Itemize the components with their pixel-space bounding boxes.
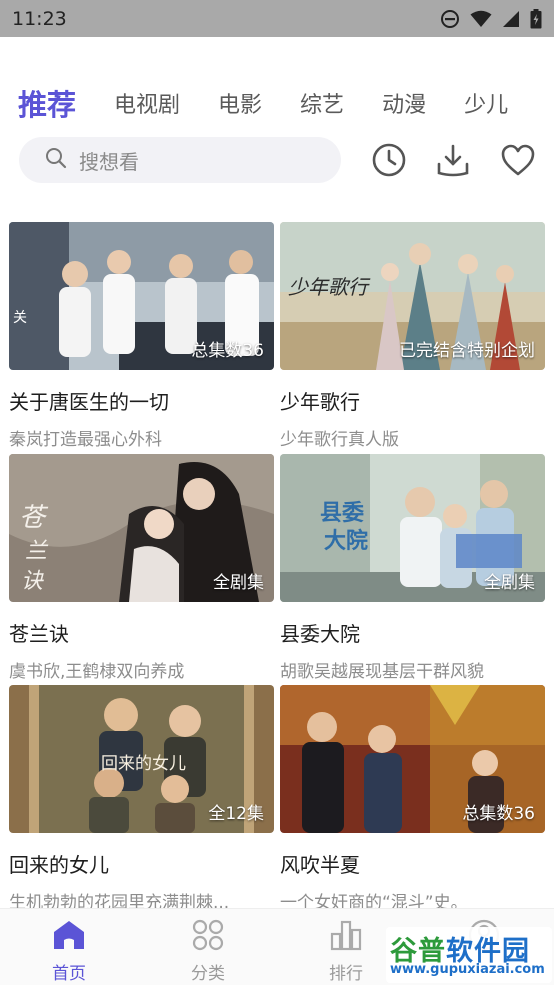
video-title[interactable]: 关于唐医生的一切: [9, 386, 274, 415]
video-card[interactable]: 少年歌行 已完结含特别企划 少年歌行 少年歌行真人版: [280, 222, 545, 450]
wifi-icon: [470, 10, 492, 28]
video-title[interactable]: 苍兰诀: [9, 618, 274, 647]
battery-icon: [530, 8, 542, 29]
signal-icon: [502, 10, 520, 28]
video-poster[interactable]: 少年歌行 已完结含特别企划: [280, 222, 545, 370]
video-subtitle: 秦岚打造最强心外科: [9, 430, 162, 450]
video-card[interactable]: 苍 兰 诀 全剧集 苍兰诀 虞书欣,王鹤棣双向养成: [9, 454, 274, 682]
episode-badge: 总集数36: [191, 341, 264, 361]
tab-tv-series[interactable]: 电视剧: [114, 87, 180, 119]
search-icon: [45, 147, 67, 173]
category-tabs: 推荐 电视剧 电影 综艺 动漫 少儿: [0, 80, 554, 126]
episode-badge: 全剧集: [213, 573, 264, 593]
tab-anime[interactable]: 动漫: [382, 87, 426, 119]
video-poster[interactable]: 总集数36: [280, 685, 545, 833]
tab-movies[interactable]: 电影: [218, 87, 262, 119]
watermark-url: www.gupuxiazai.com: [390, 962, 545, 977]
episode-badge: 总集数36: [462, 804, 535, 824]
poster-logo-text: 兰: [25, 539, 49, 564]
status-bar: 11:23: [0, 0, 554, 37]
video-title[interactable]: 风吹半夏: [280, 849, 545, 878]
history-icon[interactable]: [370, 141, 408, 179]
video-poster[interactable]: 回来的女儿 全12集: [9, 685, 274, 833]
watermark: 谷普软件园 www.gupuxiazai.com: [386, 927, 552, 983]
video-card[interactable]: 回来的女儿 全12集 回来的女儿 生机勃勃的花园里充满荆棘...: [9, 685, 274, 913]
nav-home[interactable]: 首页: [29, 919, 109, 984]
nav-category-label: 分类: [191, 964, 225, 984]
poster-logo-text: 大院: [324, 528, 368, 554]
poster-logo-text: 苍: [19, 503, 49, 533]
video-title[interactable]: 少年歌行: [280, 386, 545, 415]
nav-category[interactable]: 分类: [168, 919, 248, 984]
nav-home-label: 首页: [52, 964, 86, 984]
scrolled-section-heading: [12, 183, 212, 199]
video-title[interactable]: 回来的女儿: [9, 849, 274, 878]
video-card[interactable]: 县委 大院 全剧集 县委大院 胡歌吴越展现基层干群风貌: [280, 454, 545, 682]
status-time: 11:23: [12, 7, 67, 30]
poster-logo-text: 少年歌行: [288, 275, 371, 299]
video-subtitle: 少年歌行真人版: [280, 430, 399, 450]
poster-logo-text: 诀: [21, 569, 44, 594]
do-not-disturb-icon: [440, 9, 460, 29]
poster-logo-text: 关: [13, 310, 27, 326]
video-poster[interactable]: 苍 兰 诀 全剧集: [9, 454, 274, 602]
ranking-icon: [329, 919, 363, 955]
episode-badge: 全12集: [208, 804, 264, 824]
search-input[interactable]: 搜想看: [19, 137, 341, 183]
video-poster[interactable]: 县委 大院 全剧集: [280, 454, 545, 602]
tab-recommend[interactable]: 推荐: [18, 82, 76, 124]
episode-badge: 全剧集: [484, 573, 535, 593]
search-row: 搜想看: [0, 137, 554, 183]
poster-logo-text: 县委: [320, 500, 364, 526]
poster-logo-text: 回来的女儿: [101, 754, 186, 774]
home-icon: [52, 919, 86, 955]
nav-ranking[interactable]: 排行: [306, 919, 386, 984]
episode-badge: 已完结含特别企划: [399, 341, 535, 361]
tab-kids[interactable]: 少儿: [464, 87, 508, 119]
video-subtitle: 虞书欣,王鹤棣双向养成: [9, 662, 185, 682]
status-icons: [440, 8, 542, 29]
favorite-icon[interactable]: [499, 141, 537, 179]
nav-ranking-label: 排行: [329, 964, 363, 984]
video-card[interactable]: 关 总集数36 关于唐医生的一切 秦岚打造最强心外科: [9, 222, 274, 450]
video-poster[interactable]: 关 总集数36: [9, 222, 274, 370]
search-placeholder: 搜想看: [79, 149, 139, 174]
download-icon[interactable]: [434, 141, 472, 179]
video-subtitle: 胡歌吴越展现基层干群风貌: [280, 662, 484, 682]
video-title[interactable]: 县委大院: [280, 618, 545, 647]
video-card[interactable]: 总集数36 风吹半夏 一个女奸商的“混斗”史。: [280, 685, 545, 913]
tab-variety[interactable]: 综艺: [300, 87, 344, 119]
category-icon: [191, 919, 225, 955]
